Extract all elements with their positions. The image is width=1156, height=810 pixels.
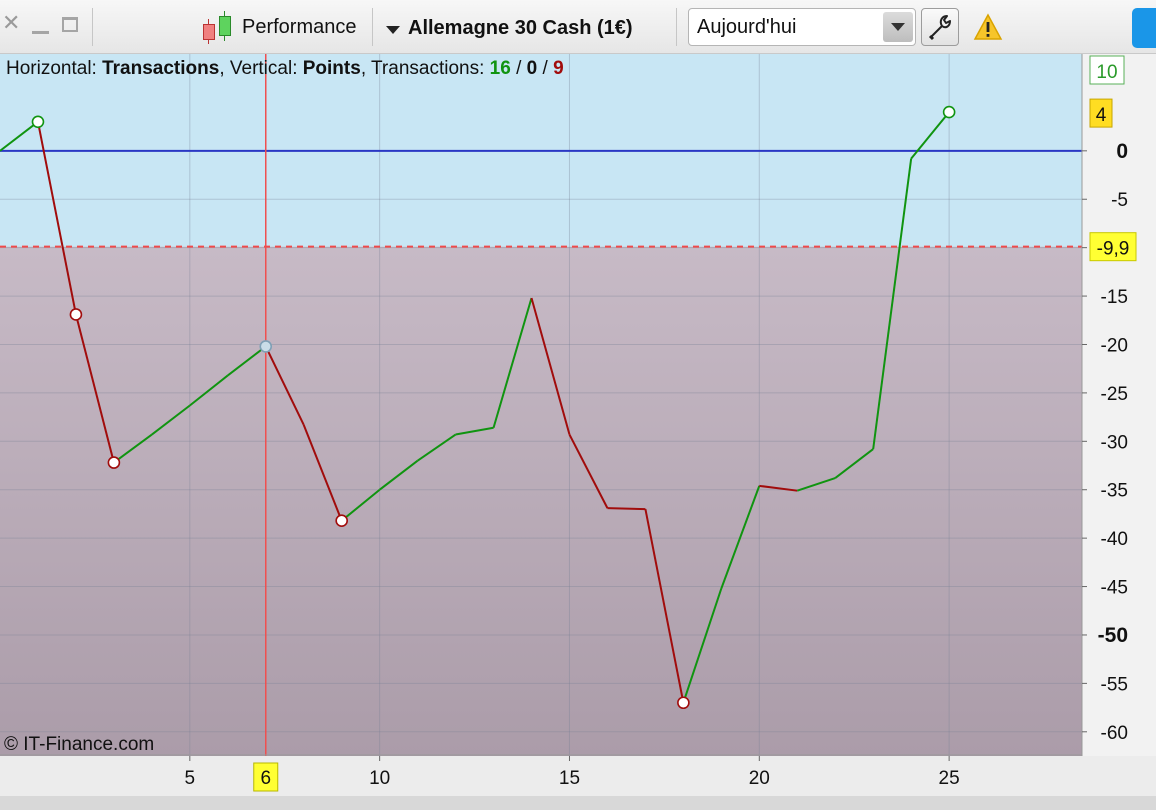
instrument-selector[interactable]: Allemagne 30 Cash (1€) — [386, 12, 633, 44]
chart-canvas[interactable]: 0-5-9,9-15-20-25-30-35-40-45-50-55-60 -9… — [0, 54, 1156, 756]
minimize-icon[interactable] — [32, 31, 49, 34]
last-value-badge: 4 — [1089, 98, 1113, 128]
y-tick-label: -50 — [1098, 624, 1128, 647]
transactions-label: , Transactions: — [360, 58, 490, 79]
y-tick-label: -55 — [1101, 674, 1128, 695]
trade-marker — [107, 456, 121, 469]
maximize-icon[interactable] — [62, 17, 78, 32]
threshold-badge: -9,9 — [1089, 232, 1137, 262]
vertical-value: Points — [302, 58, 361, 79]
x-tick-label: 5 — [185, 768, 196, 789]
y-tick-label: -45 — [1101, 578, 1128, 599]
side-panel-button[interactable] — [1132, 8, 1156, 48]
dropdown-arrow-icon — [386, 25, 400, 34]
top-value-badge: 10 — [1089, 55, 1125, 85]
neutral-count: 0 — [526, 58, 538, 79]
instrument-label: Allemagne 30 Cash (1€) — [408, 16, 633, 39]
period-select[interactable]: Aujourd'hui — [688, 8, 916, 46]
legend-separator: / — [537, 58, 554, 79]
close-icon[interactable]: ✕ — [2, 12, 20, 34]
vertical-label: , Vertical: — [219, 58, 303, 79]
horizontal-label: Horizontal: — [6, 58, 103, 79]
trade-marker — [69, 308, 83, 321]
trade-marker — [677, 696, 690, 710]
y-tick-label: -60 — [1101, 723, 1128, 744]
wrench-icon — [928, 15, 951, 41]
period-value: Aujourd'hui — [697, 16, 797, 38]
toolbar-divider — [676, 8, 677, 46]
performance-chart: 0-5-9,9-15-20-25-30-35-40-45-50-55-60 -9… — [0, 54, 1156, 756]
toolbar-divider — [92, 8, 93, 46]
curve-segment — [607, 507, 646, 511]
trade-marker — [942, 105, 956, 119]
y-tick-label: -35 — [1101, 481, 1128, 502]
performance-button[interactable]: Performance — [200, 10, 357, 44]
y-tick-label: -40 — [1101, 529, 1128, 550]
winning-count: 16 — [489, 58, 511, 79]
trade-marker — [335, 514, 348, 528]
chevron-down-icon[interactable] — [883, 12, 913, 42]
losing-count: 9 — [553, 58, 564, 79]
toolbar: ✕ Performance Allemagne 30 Cash (1€) Auj… — [0, 0, 1156, 54]
copyright-text: © IT-Finance.com — [4, 734, 155, 755]
trade-marker — [259, 340, 273, 353]
top-value-badge-text: 10 — [1096, 62, 1117, 83]
x-tick-label: 20 — [749, 768, 770, 789]
chart-legend: Horizontal: Transactions, Vertical: Poin… — [6, 58, 564, 80]
candlestick-icon — [200, 10, 234, 44]
last-value-badge-text: 4 — [1096, 105, 1107, 126]
y-tick-label: -25 — [1101, 384, 1128, 405]
horizontal-value: Transactions — [102, 58, 220, 79]
settings-button[interactable] — [921, 8, 959, 46]
y-tick-label: -20 — [1101, 335, 1128, 356]
x-axis-labels: 5 10 15 20 25 6 — [0, 756, 1156, 796]
toolbar-divider — [372, 8, 373, 46]
warning-icon[interactable] — [973, 12, 1003, 42]
y-tick-label: -30 — [1101, 432, 1128, 453]
x-tick-label: 25 — [939, 768, 960, 789]
x-tick-label: 15 — [559, 768, 580, 789]
bottom-toolbar — [0, 795, 1156, 810]
legend-separator: / — [510, 58, 527, 79]
y-tick-label: -15 — [1101, 287, 1128, 308]
loss-zone-background — [0, 246, 1082, 756]
x-tick-label: 10 — [369, 768, 390, 789]
threshold-badge-text: -9,9 — [1097, 239, 1130, 260]
trade-marker — [31, 115, 45, 129]
y-tick-label: 0 — [1116, 140, 1128, 163]
cursor-x-badge-text: 6 — [260, 768, 271, 789]
y-tick-label: -5 — [1111, 190, 1128, 211]
performance-label: Performance — [242, 15, 357, 38]
